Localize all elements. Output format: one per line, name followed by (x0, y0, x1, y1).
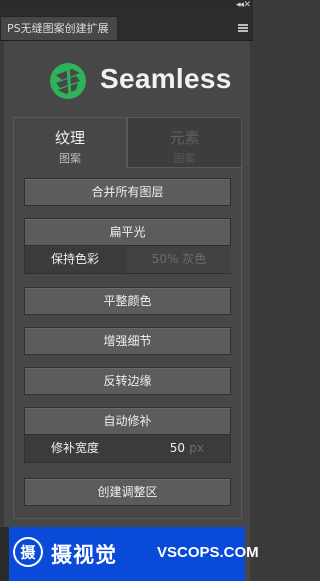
collapse-panel-icon[interactable]: ◂◂ (236, 0, 244, 10)
bottom-strip (0, 527, 9, 581)
hamburger-menu-icon[interactable] (238, 24, 248, 32)
watermark-badge-char: 摄 (20, 544, 36, 562)
close-icon[interactable]: ✕ (243, 0, 251, 10)
invert-edge-button[interactable]: 反转边缘 (24, 367, 231, 395)
flatten-light-button[interactable]: 扁平光 (24, 218, 231, 246)
tab-texture-subtitle: 图案 (59, 152, 81, 165)
patch-width-unit: px (189, 441, 204, 455)
patch-width-input[interactable]: 50 (170, 435, 185, 462)
create-adjust-area-button[interactable]: 创建调整区 (24, 478, 231, 506)
logo-text: Seamless (100, 63, 232, 94)
merge-all-layers-button[interactable]: 合并所有图层 (24, 178, 231, 206)
seamless-logo: Seamless (48, 61, 231, 101)
patch-width-label: 修补宽度 (50, 441, 99, 455)
enhance-detail-button[interactable]: 增强细节 (24, 327, 231, 355)
tab-texture[interactable]: 纹理 图案 (13, 117, 127, 168)
keep-color-option[interactable]: 保持色彩 (25, 246, 125, 273)
watermark-en-text: VSCOPS.COM (157, 544, 259, 561)
tab-element-subtitle: 图案 (173, 152, 196, 165)
panel-chrome: ◂◂ ✕ (0, 0, 253, 10)
auto-patch-button[interactable]: 自动修补 (24, 407, 231, 435)
seamless-logo-icon (50, 63, 86, 99)
tab-element[interactable]: 元素 图案 (127, 117, 242, 168)
flatten-color-button[interactable]: 平整颜色 (24, 287, 231, 315)
flatten-light-options: 保持色彩 50% 灰色 (24, 246, 231, 274)
watermark-banner: 摄 摄视觉 VSCOPS.COM (9, 527, 259, 581)
extension-content: Seamless 纹理 图案 元素 图案 合并所有图层 扁平光 保持色彩 50%… (4, 41, 250, 581)
panel-title-tab[interactable]: PS无缝图案创建扩展 (0, 16, 118, 40)
tab-texture-title: 纹理 (54, 129, 85, 147)
watermark-logo: 摄 (13, 537, 43, 567)
tab-element-title: 元素 (169, 129, 200, 147)
watermark-cn-text: 摄视觉 (51, 543, 117, 567)
patch-width-row: 修补宽度 50 px (24, 435, 231, 463)
gray-50-option[interactable]: 50% 灰色 (127, 246, 231, 273)
